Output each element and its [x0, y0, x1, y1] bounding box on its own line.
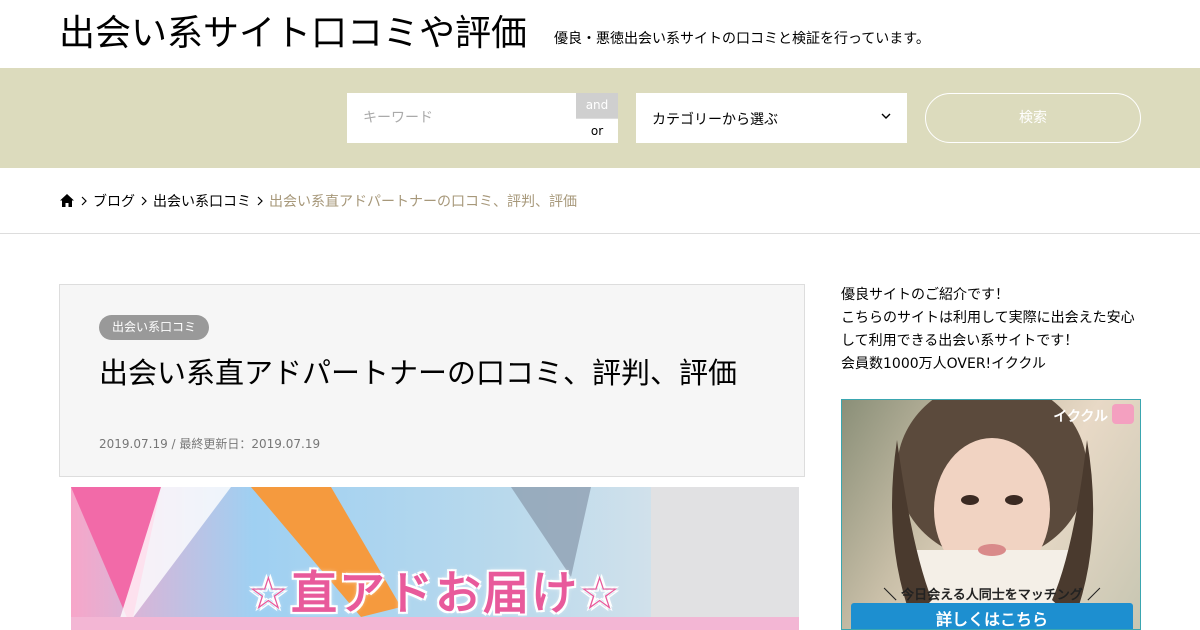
breadcrumb-item-category[interactable]: 出会い系口コミ — [153, 191, 251, 211]
sidebar-intro-line: 優良サイトのご紹介です！ — [841, 287, 1009, 303]
article-header: 出会い系口コミ 出会い系直アドパートナーの口コミ、評判、評価 2019.07.1… — [59, 284, 805, 477]
category-select-value: カテゴリーから選ぶ — [652, 112, 778, 128]
article-date: 2019.07.19 / 最終更新日：2019.07.19 — [99, 437, 321, 451]
site-title[interactable]: 出会い系サイト口コミや評価 — [59, 12, 527, 56]
site-header: 出会い系サイト口コミや評価 優良・悪徳出会い系サイトの口コミと検証を行っています… — [0, 0, 1200, 68]
eyecatch-image-frame: ☆直アドお届け☆ — [59, 477, 805, 630]
and-toggle-button[interactable]: and — [576, 93, 618, 118]
keyword-search-input[interactable] — [347, 93, 577, 143]
category-select[interactable]: カテゴリーから選ぶ — [636, 93, 907, 143]
category-badge[interactable]: 出会い系口コミ — [99, 315, 210, 340]
logo-mark-icon — [1112, 404, 1134, 424]
sidebar-intro-line: 会員数1000万人OVER!イククル — [841, 356, 1046, 372]
ikukuru-ad-banner[interactable]: イククル ＼ 今日会える人同士をマッチング ／ 詳しくはこちら — [841, 399, 1141, 630]
breadcrumb-current: 出会い系直アドパートナーの口コミ、評判、評価 — [269, 194, 577, 210]
sidebar-intro-line: して利用できる出会い系サイトです！ — [841, 333, 1079, 349]
chevron-right-icon — [135, 190, 153, 212]
search-band: and or カテゴリーから選ぶ 検索 — [0, 68, 1200, 168]
site-description: 優良・悪徳出会い系サイトの口コミと検証を行っています。 — [554, 31, 930, 47]
home-icon[interactable] — [59, 193, 75, 209]
article-title: 出会い系直アドパートナーの口コミ、評判、評価 — [99, 356, 738, 390]
breadcrumb: ブログ 出会い系口コミ 出会い系直アドパートナーの口コミ、評判、評価 — [59, 190, 577, 212]
banner-details-button[interactable]: 詳しくはこちら — [851, 603, 1133, 629]
header-divider — [0, 233, 1200, 234]
eyecatch-caption: ☆直アドお届け☆ — [247, 566, 623, 620]
search-button[interactable]: 検索 — [925, 93, 1141, 143]
sidebar-intro: 優良サイトのご紹介です！ こちらのサイトは利用して実際に出会えた安心 して利用で… — [841, 284, 1141, 376]
banner-logo: イククル — [1053, 409, 1108, 425]
sidebar-intro-line: こちらのサイトは利用して実際に出会えた安心 — [841, 310, 1135, 326]
chevron-down-icon — [881, 113, 891, 119]
chevron-right-icon — [251, 190, 269, 212]
breadcrumb-item-blog[interactable]: ブログ — [93, 191, 135, 211]
or-toggle-button[interactable]: or — [576, 118, 618, 143]
chevron-right-icon — [75, 190, 93, 212]
banner-tagline: ＼ 今日会える人同士をマッチング ／ — [883, 588, 1101, 603]
eyecatch-image: ☆直アドお届け☆ — [71, 487, 799, 630]
